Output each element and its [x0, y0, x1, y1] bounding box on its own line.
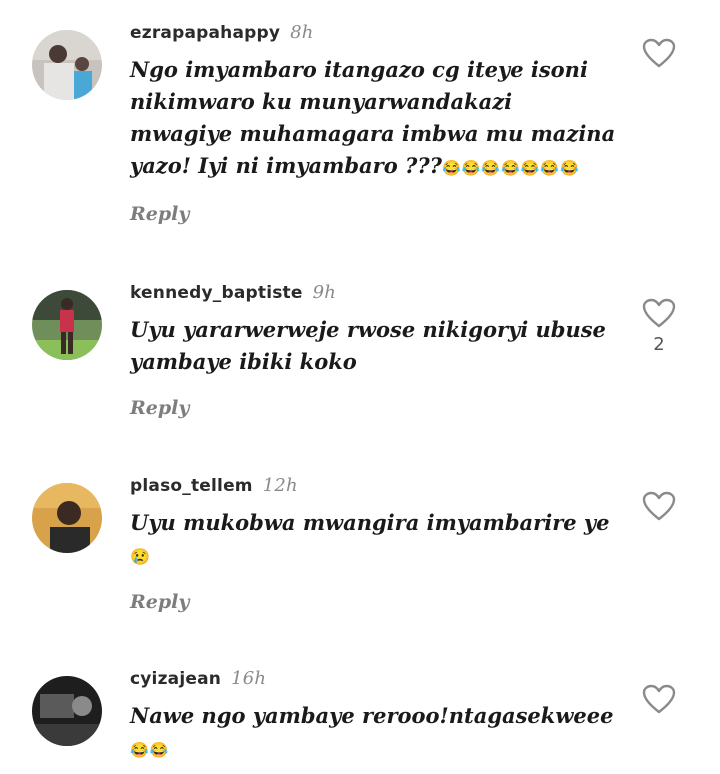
emoji-text: 😢	[130, 547, 150, 566]
reply-button[interactable]: Reply	[130, 203, 189, 225]
avatar[interactable]	[32, 290, 102, 360]
emoji-text: 😂😂	[130, 741, 170, 759]
avatar[interactable]	[32, 30, 102, 100]
username[interactable]: cyizajean	[130, 669, 221, 689]
timestamp: 12h	[262, 475, 298, 496]
timestamp: 8h	[290, 22, 314, 43]
comment-list: ezrapapahappy 8h Ngo imyambaro itangazo c…	[0, 0, 720, 774]
like-count: 2	[653, 334, 665, 355]
timestamp: 16h	[231, 668, 267, 689]
comment-header: ezrapapahappy 8h	[130, 22, 314, 43]
comment-body: Nawe ngo yambaye rerooo!ntagasekweee	[130, 703, 614, 728]
comment-text: Uyu yararwerweje rwose nikigoryi ubuse y…	[130, 314, 620, 378]
comment-text: Nawe ngo yambaye rerooo!ntagasekweee 😂😂	[130, 700, 620, 766]
comment-header: cyizajean 16h	[130, 668, 266, 689]
username[interactable]: kennedy_baptiste	[130, 283, 303, 303]
like-button[interactable]	[640, 491, 678, 527]
comment-header: plaso_tellem 12h	[130, 475, 298, 496]
avatar[interactable]	[32, 483, 102, 553]
comment-body: Uyu yararwerweje rwose nikigoryi ubuse y…	[130, 317, 606, 374]
reply-button[interactable]: Reply	[130, 397, 189, 419]
heart-outline-icon	[642, 491, 676, 521]
comment-body: Uyu mukobwa mwangira imyambarire ye	[130, 510, 610, 535]
emoji-text: 😂😂😂😂😂😂😂	[441, 159, 580, 177]
comment-header: kennedy_baptiste 9h	[130, 282, 336, 303]
timestamp: 9h	[312, 282, 337, 303]
username[interactable]: ezrapapahappy	[130, 23, 280, 43]
like-button[interactable]	[640, 684, 678, 720]
heart-outline-icon	[642, 38, 676, 68]
avatar[interactable]	[32, 676, 102, 746]
reply-button[interactable]: Reply	[130, 591, 189, 613]
like-button[interactable]: 2	[640, 298, 678, 355]
comment-text: Ngo imyambaro itangazo cg iteye isoni ni…	[130, 54, 620, 184]
comment-text: Uyu mukobwa mwangira imyambarire ye 😢	[130, 507, 620, 573]
like-button[interactable]	[640, 38, 678, 74]
heart-outline-icon	[642, 684, 676, 714]
username[interactable]: plaso_tellem	[130, 476, 253, 496]
heart-outline-icon	[642, 298, 676, 328]
